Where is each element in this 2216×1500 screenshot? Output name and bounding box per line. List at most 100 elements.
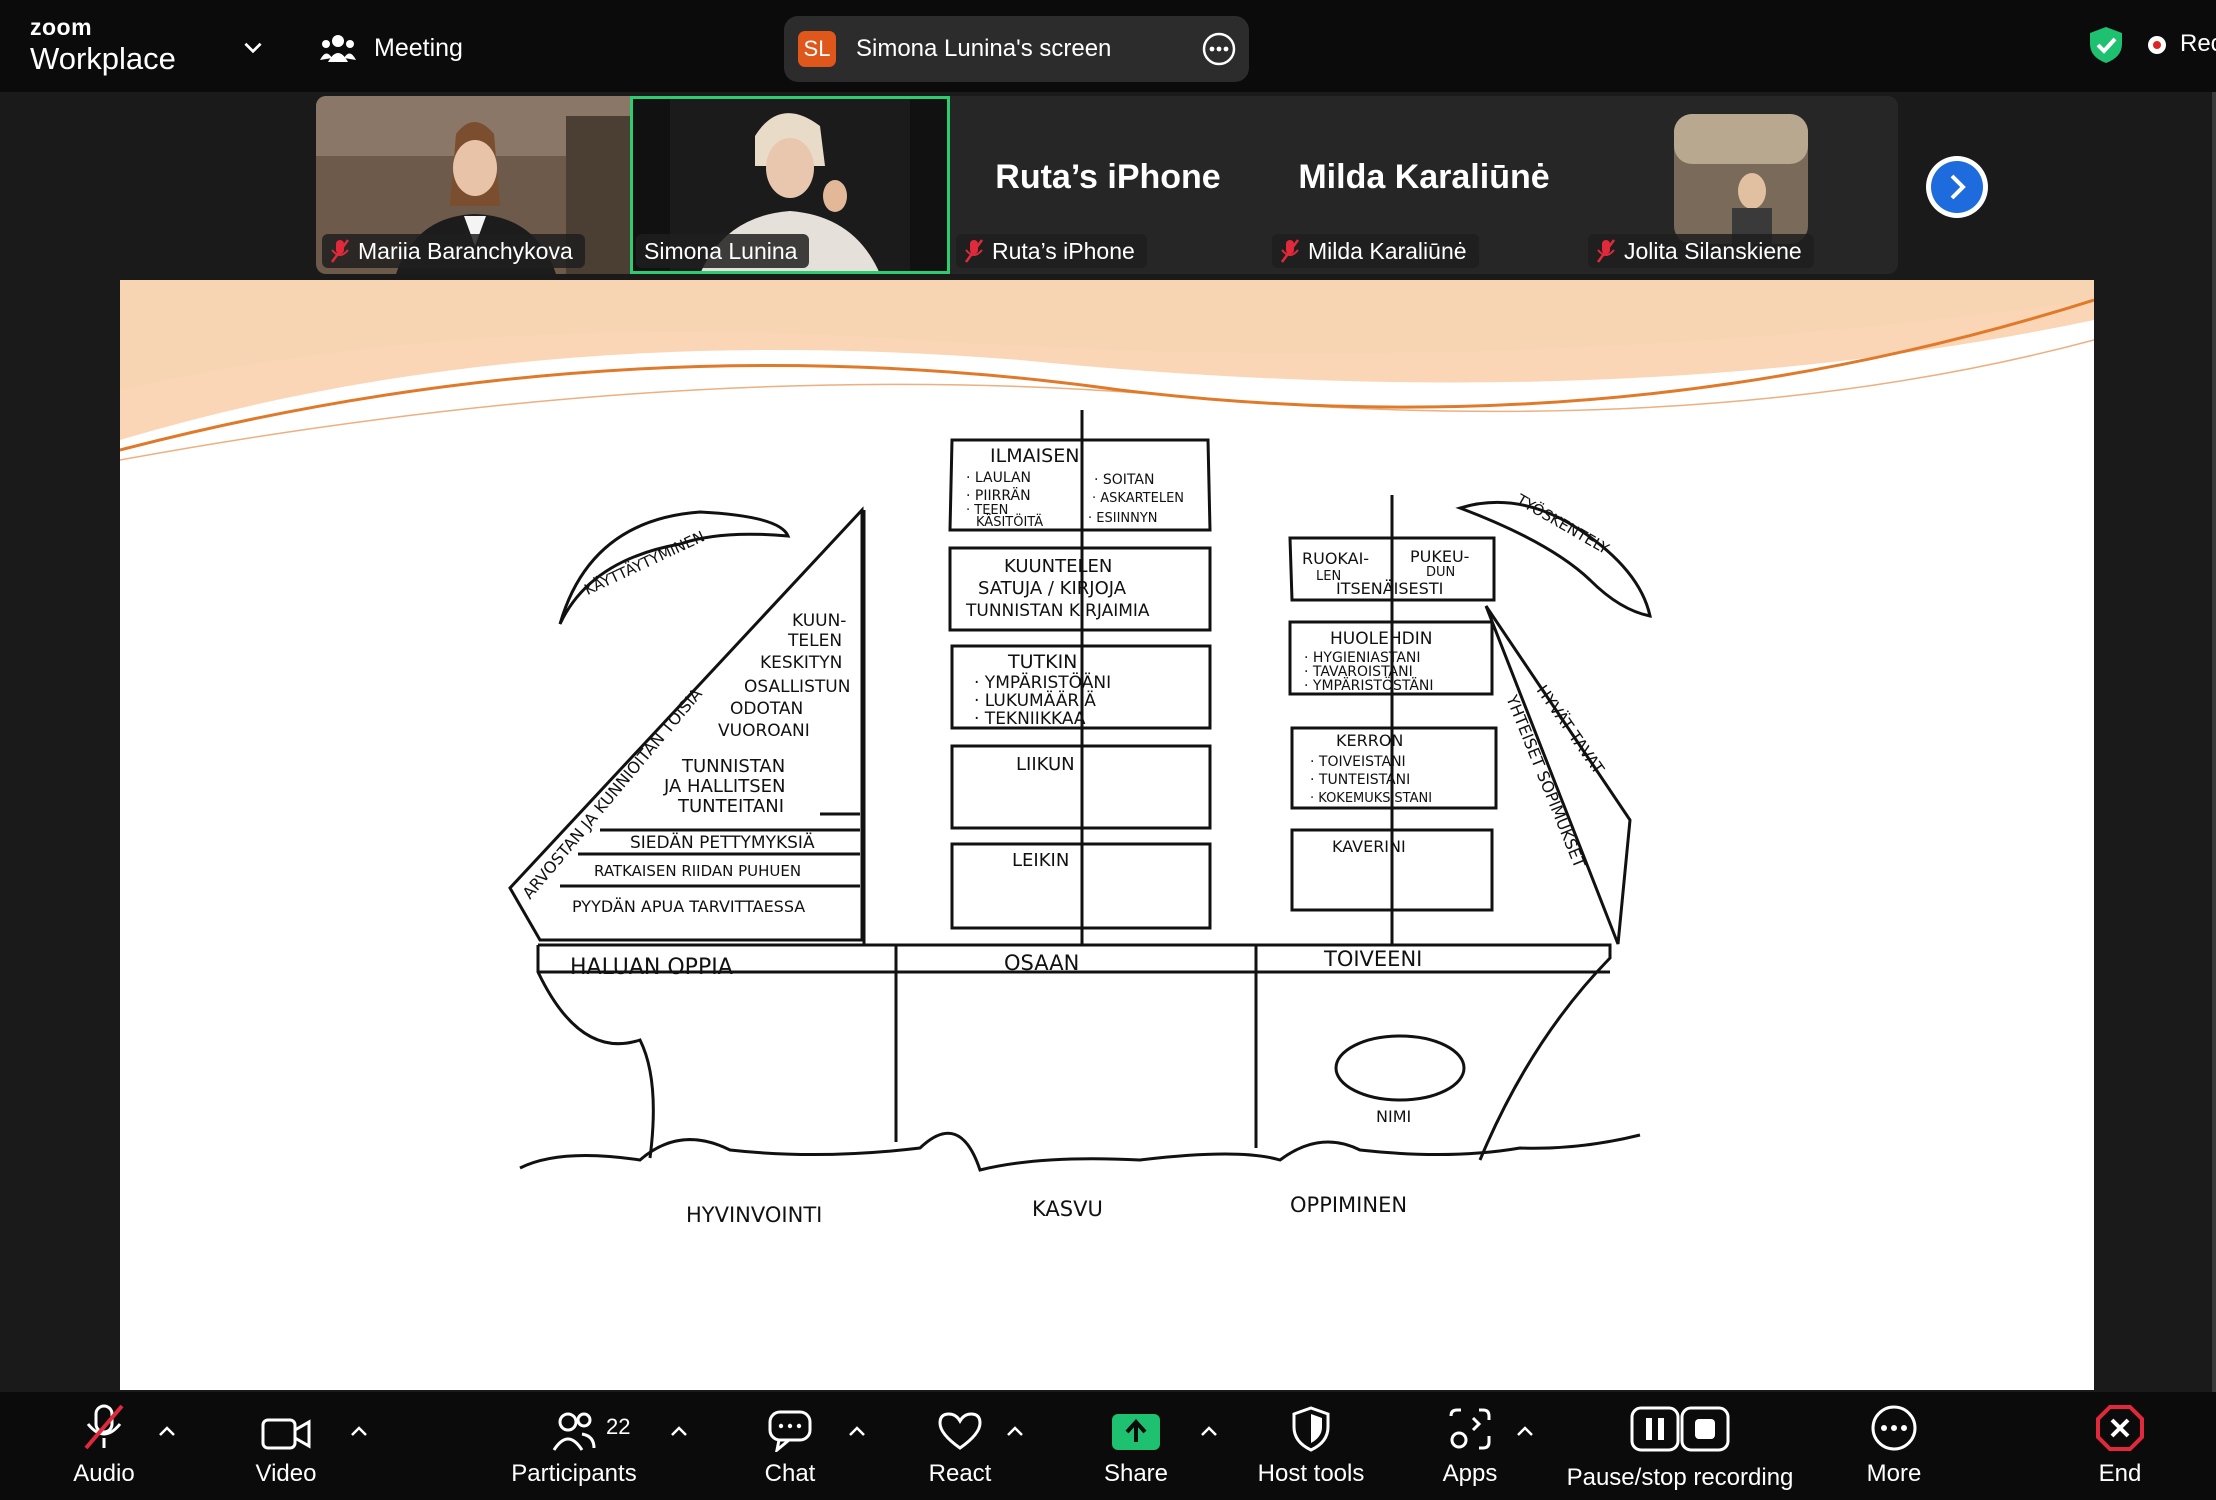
name-label: NIMI (1376, 1107, 1411, 1126)
share-screen-icon (1112, 1414, 1160, 1450)
screen-share-indicator[interactable]: SL Simona Lunina's screen (784, 16, 1249, 82)
svg-text:ILMAISEN: ILMAISEN (990, 445, 1079, 467)
participant-tile[interactable]: Jolita Silanskiene (1582, 96, 1898, 274)
bird-right-label: TYÖSKENTELY (1512, 489, 1613, 558)
svg-text:DUN: DUN (1426, 565, 1455, 580)
video-options-caret-icon[interactable] (348, 1422, 370, 1440)
participant-tile[interactable]: Ruta’s iPhone Ruta’s iPhone (950, 96, 1266, 274)
svg-text:· ASKARTELEN: · ASKARTELEN (1092, 491, 1184, 506)
svg-text:PYYDÄN APUA TARVITTAESSA: PYYDÄN APUA TARVITTAESSA (572, 897, 805, 916)
svg-text:HUOLEHDIN: HUOLEHDIN (1330, 629, 1432, 649)
participants-icon (552, 1412, 596, 1451)
participant-big-name: Ruta’s iPhone (995, 158, 1221, 196)
svg-text:SIEDÄN PETTYMYKSIÄ: SIEDÄN PETTYMYKSIÄ (630, 832, 815, 853)
next-page-button[interactable] (1926, 156, 1988, 218)
svg-text:· PIIRRÄN: · PIIRRÄN (966, 486, 1031, 504)
svg-text:TUTKIN: TUTKIN (1007, 651, 1077, 673)
participants-button[interactable]: Participants (506, 1392, 642, 1500)
audio-options-caret-icon[interactable] (156, 1422, 178, 1440)
svg-text:KÄSITÖITÄ: KÄSITÖITÄ (976, 513, 1043, 530)
react-options-caret-icon[interactable] (1004, 1422, 1026, 1440)
svg-text:· TEKNIIKKAA: · TEKNIIKKAA (974, 709, 1086, 729)
chevron-right-icon (1950, 174, 1966, 200)
participant-tile[interactable]: Simona Lunina (630, 96, 950, 274)
svg-text:RUOKAI-: RUOKAI- (1302, 549, 1369, 568)
security-shield-icon[interactable] (2088, 26, 2124, 64)
recording-indicator-icon (2148, 36, 2166, 54)
svg-text:· ESIINNYN: · ESIINNYN (1088, 511, 1158, 526)
svg-text:ODOTAN: ODOTAN (730, 699, 803, 719)
apps-options-caret-icon[interactable] (1514, 1422, 1536, 1440)
chat-options-caret-icon[interactable] (846, 1422, 868, 1440)
recording-controls-button[interactable]: Pause/stop recording (1560, 1392, 1800, 1500)
participant-name-label: Simona Lunina (636, 234, 810, 268)
svg-text:JA HALLITSEN: JA HALLITSEN (663, 776, 786, 797)
svg-text:· SOITAN: · SOITAN (1094, 472, 1154, 488)
top-bar: zoom Workplace Meeting SL Simona Lunina'… (0, 0, 2216, 92)
chat-bubble-icon (768, 1410, 812, 1452)
svg-text:· KOKEMUKSISTANI: · KOKEMUKSISTANI (1310, 791, 1432, 806)
deck-label: TOIVEENI (1323, 947, 1422, 971)
apps-grid-icon (1449, 1408, 1491, 1450)
people-icon (320, 35, 356, 62)
host-tools-button[interactable]: Host tools (1252, 1392, 1370, 1500)
ship-diagram: KÄYTTÄYTYMINEN TYÖSKENTELY ARVOSTAN JA K… (120, 280, 2094, 1227)
participant-count-badge: 22 (606, 1414, 631, 1439)
muted-mic-icon (330, 239, 350, 263)
svg-text:KUUN-: KUUN- (792, 611, 846, 631)
host-shield-icon (1292, 1406, 1330, 1452)
participant-tile[interactable]: Mariia Baranchykova (316, 96, 630, 274)
more-options-icon[interactable] (1201, 31, 1237, 67)
zoom-logo: zoom Workplace (30, 14, 176, 76)
muted-mic-icon (1280, 239, 1300, 263)
end-meeting-button[interactable]: End (2080, 1392, 2160, 1500)
react-button[interactable]: React (918, 1392, 1002, 1500)
svg-text:KAVERINI: KAVERINI (1332, 837, 1406, 856)
muted-mic-icon (1596, 239, 1616, 263)
sharer-avatar: SL (798, 31, 836, 67)
svg-text:TUNTEITANI: TUNTEITANI (677, 796, 784, 817)
audio-button[interactable]: Audio (64, 1392, 144, 1500)
more-button[interactable]: More (1854, 1392, 1934, 1500)
participant-tile[interactable]: Milda Karaliūnė Milda Karaliūnė (1266, 96, 1582, 274)
chevron-down-icon[interactable] (240, 34, 266, 60)
participant-name-label: Mariia Baranchykova (322, 234, 585, 268)
video-button[interactable]: Video (246, 1392, 326, 1500)
svg-text:YHTEISET SOPIMUKSET: YHTEISET SOPIMUKSET (1502, 691, 1589, 871)
meeting-menu-button[interactable]: Meeting (320, 28, 463, 68)
svg-text:VUOROANI: VUOROANI (718, 721, 810, 741)
video-camera-icon (261, 1418, 311, 1450)
end-meeting-icon (2096, 1405, 2144, 1451)
bird-left-label: KÄYTTÄYTYMINEN (581, 526, 707, 598)
window-edge (2212, 92, 2216, 1392)
svg-text:TUNNISTAN: TUNNISTAN (681, 756, 785, 777)
svg-text:· TOIVEISTANI: · TOIVEISTANI (1310, 754, 1406, 770)
meeting-controls: Audio Video Participants 22 Chat React S… (0, 1392, 2216, 1500)
recording-label: Rec (2180, 30, 2216, 57)
participant-gallery: Mariia Baranchykova Simona Lunina Ruta’s… (316, 96, 1898, 274)
share-button[interactable]: Share (1094, 1392, 1178, 1500)
more-options-icon (1871, 1405, 1917, 1451)
bottom-label: OPPIMINEN (1290, 1193, 1407, 1217)
bottom-label: KASVU (1032, 1197, 1103, 1221)
svg-text:LEIKIN: LEIKIN (1012, 850, 1069, 871)
participants-options-caret-icon[interactable] (668, 1422, 690, 1440)
share-title: Simona Lunina's screen (856, 35, 1112, 62)
participant-name-label: Milda Karaliūnė (1272, 234, 1479, 268)
share-options-caret-icon[interactable] (1198, 1422, 1220, 1440)
svg-text:· TUNTEISTANI: · TUNTEISTANI (1310, 772, 1410, 788)
svg-text:PUKEU-: PUKEU- (1410, 547, 1469, 566)
deck-label: HALUAN OPPIA (570, 955, 733, 980)
svg-text:· LUKUMÄÄRIÄ: · LUKUMÄÄRIÄ (974, 690, 1096, 711)
shared-screen-content: KÄYTTÄYTYMINEN TYÖSKENTELY ARVOSTAN JA K… (120, 280, 2094, 1390)
svg-text:SATUJA / KIRJOJA: SATUJA / KIRJOJA (978, 578, 1127, 599)
participant-big-name: Milda Karaliūnė (1298, 158, 1550, 196)
svg-text:TELEN: TELEN (787, 631, 842, 651)
chat-button[interactable]: Chat (750, 1392, 830, 1500)
svg-text:RATKAISEN RIIDAN PUHUEN: RATKAISEN RIIDAN PUHUEN (594, 862, 801, 880)
participant-name-label: Jolita Silanskiene (1588, 234, 1814, 268)
svg-text:· YMPÄRISTÖÄNI: · YMPÄRISTÖÄNI (974, 671, 1111, 693)
svg-text:TUNNISTAN KIRJAIMIA: TUNNISTAN KIRJAIMIA (965, 601, 1150, 621)
apps-button[interactable]: Apps (1430, 1392, 1510, 1500)
svg-text:KERRON: KERRON (1336, 731, 1403, 750)
